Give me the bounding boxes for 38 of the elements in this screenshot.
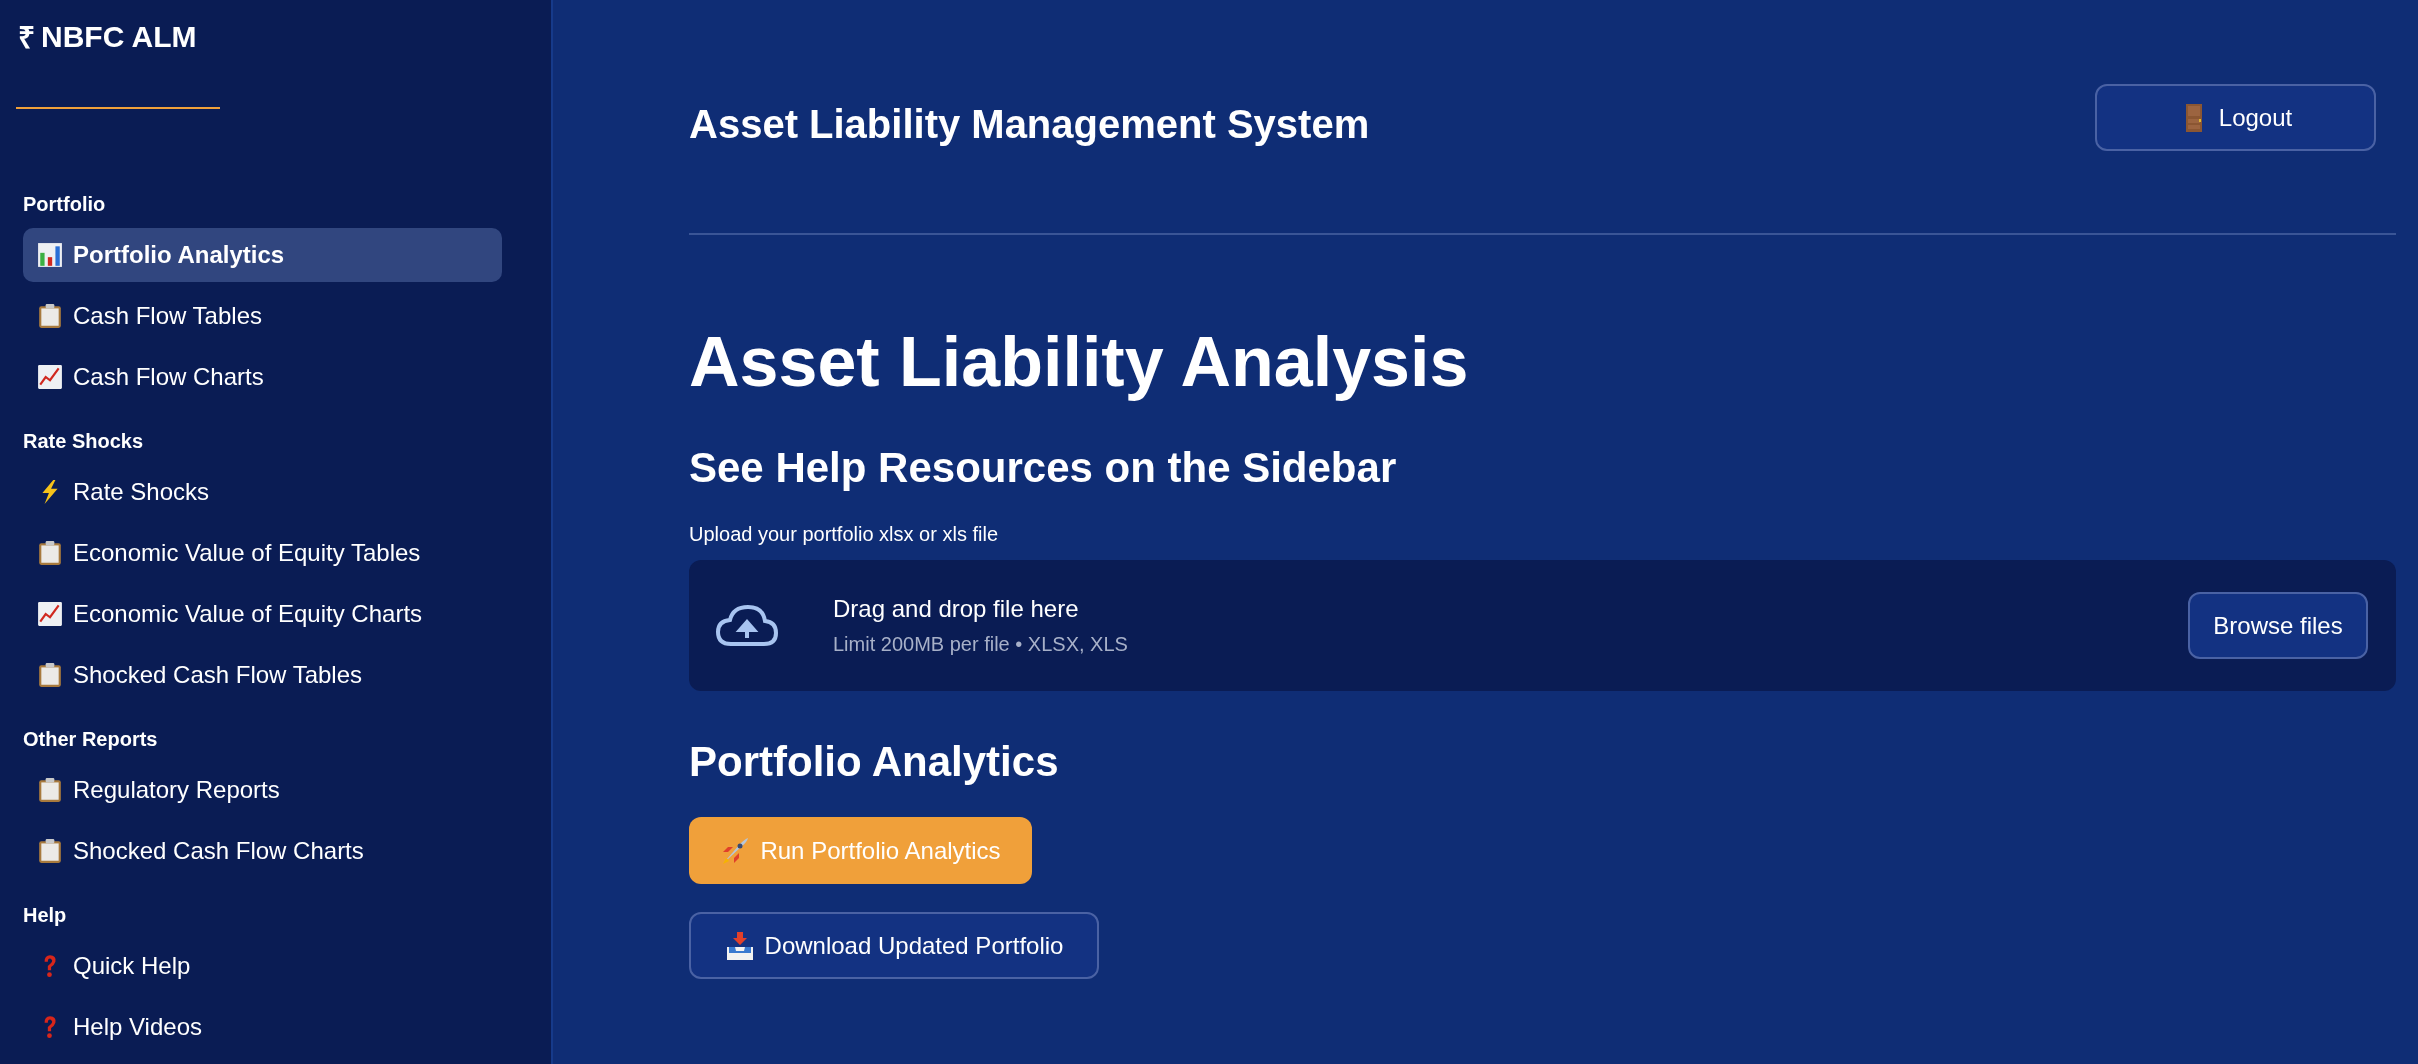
download-portfolio-button[interactable]: Download Updated Portfolio <box>689 912 1099 979</box>
bar-chart-icon <box>37 242 63 268</box>
app-logo-text: NBFC ALM <box>41 19 197 54</box>
sidebar-section-title: Rate Shocks <box>23 430 145 453</box>
clipboard-icon <box>37 662 63 688</box>
app-title: Asset Liability Management System <box>689 102 1370 147</box>
sidebar-section-title: Help <box>23 904 68 927</box>
sidebar-item[interactable]: Economic Value of Equity Tables <box>23 526 502 580</box>
logout-button[interactable]: Logout <box>2095 84 2376 151</box>
sidebar-section-title: Other Reports <box>23 728 159 751</box>
line-chart-icon <box>37 601 63 627</box>
clipboard-icon <box>37 777 63 803</box>
sidebar-item[interactable]: Rate Shocks <box>23 465 502 519</box>
sidebar-item[interactable]: Help Videos <box>23 1000 502 1054</box>
sidebar-item[interactable]: Cash Flow Tables <box>23 289 502 343</box>
section-title: Portfolio Analytics <box>689 741 1060 783</box>
sidebar-item[interactable]: Cash Flow Charts <box>23 350 502 404</box>
file-limit-text: Limit 200MB per file • XLSX, XLS <box>833 633 1129 656</box>
clipboard-icon <box>37 540 63 566</box>
sidebar-item[interactable]: Quick Help <box>23 939 502 993</box>
drop-instruction: Drag and drop file here <box>833 595 1080 623</box>
sidebar-item[interactable]: Shocked Cash Flow Tables <box>23 648 502 702</box>
rocket-icon <box>720 835 751 866</box>
upload-label: Upload your portfolio xlsx or xls file <box>689 523 999 546</box>
line-chart-icon <box>37 364 63 390</box>
cloud-upload-icon <box>715 603 779 648</box>
inbox-tray-icon <box>724 930 755 961</box>
rupee-symbol: ₹ <box>18 20 35 56</box>
clipboard-icon <box>37 838 63 864</box>
sidebar-section-title: Portfolio <box>23 193 107 216</box>
sidebar-item[interactable]: Regulatory Reports <box>23 763 502 817</box>
page-subtitle: See Help Resources on the Sidebar <box>689 447 1398 489</box>
browse-files-button[interactable]: Browse files <box>2188 592 2368 659</box>
sidebar-item[interactable]: Economic Value of Equity Charts <box>23 587 502 641</box>
clipboard-icon <box>37 303 63 329</box>
file-drop-zone[interactable]: Drag and drop file here Limit 200MB per file • XLSX, XLS Browse files <box>689 560 2396 691</box>
sidebar-item[interactable]: Shocked Cash Flow Charts <box>23 824 502 878</box>
sidebar-item[interactable]: Portfolio Analytics <box>23 228 502 282</box>
